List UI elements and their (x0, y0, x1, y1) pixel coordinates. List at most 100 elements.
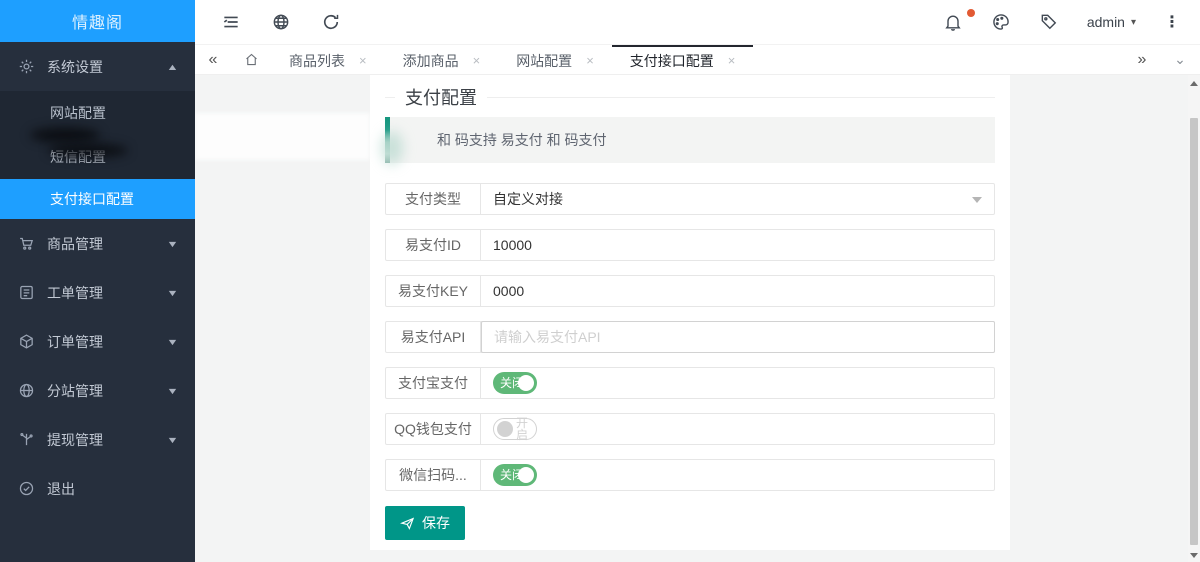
notice-quote: 和 码支持 易支付 和 码支付 (385, 117, 995, 163)
collapse-menu-icon[interactable] (221, 12, 241, 32)
close-icon[interactable]: × (473, 53, 481, 68)
topbar-left-actions (195, 12, 341, 32)
save-label: 保存 (422, 513, 450, 533)
alipay-switch[interactable]: 关闭 (493, 372, 537, 394)
selected-value: 自定义对接 (493, 189, 563, 209)
worksheet-icon (18, 284, 35, 301)
switch-label: 开启 (516, 417, 536, 441)
epay-key-field[interactable]: 0000 (481, 276, 994, 306)
tag-icon[interactable] (1039, 12, 1059, 32)
system-settings-submenu: 网站配置 短信配置 支付接口配置 (0, 91, 195, 219)
sidebar-item-withdraw-mgmt[interactable]: 提现管理 ▼ (0, 415, 195, 464)
cart-icon (18, 235, 35, 252)
sidebar-item-sms-config[interactable]: 短信配置 (0, 135, 195, 179)
field-label: QQ钱包支付 (386, 414, 481, 444)
tab-home[interactable] (231, 45, 271, 74)
switch-knob (497, 421, 513, 437)
tab-label: 商品列表 (289, 51, 345, 71)
censor-band (195, 113, 370, 160)
chevron-down-icon: ▼ (166, 386, 178, 396)
refresh-icon[interactable] (321, 12, 341, 32)
select-caret-icon (972, 197, 982, 203)
tab-add-product[interactable]: 添加商品 × (385, 45, 499, 74)
username: admin (1087, 14, 1125, 30)
sidebar-item-label: 分站管理 (47, 381, 103, 401)
chevron-down-icon: ▼ (166, 239, 178, 249)
scroll-down-arrow[interactable] (1190, 553, 1198, 558)
form-row-alipay: 支付宝支付 关闭 (385, 367, 995, 399)
topbar-right-actions: admin ▾ ⋮ (943, 12, 1200, 32)
field-label: 易支付API (386, 322, 481, 352)
scrollbar-thumb[interactable] (1190, 118, 1198, 545)
sidebar-item-product-mgmt[interactable]: 商品管理 ▼ (0, 219, 195, 268)
close-icon[interactable]: × (586, 53, 594, 68)
user-menu[interactable]: admin ▾ (1087, 14, 1136, 30)
send-icon (400, 516, 415, 531)
tab-label: 网站配置 (516, 51, 572, 71)
caret-down-icon: ▾ (1131, 17, 1136, 28)
notification-badge (967, 9, 975, 17)
epay-id-field[interactable]: 10000 (481, 230, 994, 260)
page-title: 支付配置 (395, 83, 487, 113)
sidebar: 情趣阁 系统设置 ▲ 网站配置 短信配置 支付接口配置 商品管理 ▼ 工单管理 (0, 0, 195, 562)
sidebar-item-logout[interactable]: 退出 (0, 464, 195, 513)
qq-wallet-switch[interactable]: 开启 (493, 418, 537, 440)
field-value: 10000 (493, 237, 532, 253)
epay-api-input[interactable] (481, 321, 995, 353)
tab-product-list[interactable]: 商品列表 × (271, 45, 385, 74)
sidebar-item-payment-api-config[interactable]: 支付接口配置 (0, 179, 195, 219)
close-icon[interactable]: × (728, 53, 736, 68)
check-circle-icon (18, 480, 35, 497)
tabs-menu-button[interactable]: ⌄ (1160, 45, 1200, 74)
censor-smudge (381, 131, 403, 165)
sidebar-item-label: 工单管理 (47, 283, 103, 303)
save-button[interactable]: 保存 (385, 506, 465, 540)
field-label: 易支付ID (386, 230, 481, 260)
form-row-qq-wallet: QQ钱包支付 开启 (385, 413, 995, 445)
chevron-down-icon: ▼ (166, 288, 178, 298)
sub-item-label: 支付接口配置 (50, 189, 134, 209)
sidebar-item-substation-mgmt[interactable]: 分站管理 ▼ (0, 366, 195, 415)
payment-config-form: 支付类型 自定义对接 易支付ID 10000 易支付KEY 0000 易 (385, 183, 995, 540)
close-icon[interactable]: × (359, 53, 367, 68)
tab-bar: « 商品列表 × 添加商品 × 网站配置 × 支付接口配置 × » ⌄ (195, 45, 1200, 75)
tab-site-config[interactable]: 网站配置 × (498, 45, 612, 74)
vertical-scrollbar[interactable] (1188, 75, 1200, 562)
brand-title: 情趣阁 (0, 0, 195, 42)
tabs-scroll-left-button[interactable]: « (195, 45, 231, 74)
bell-icon (943, 12, 963, 32)
sidebar-item-label: 退出 (47, 479, 75, 499)
chevron-up-icon: ▲ (166, 62, 178, 72)
pay-type-select[interactable]: 自定义对接 (481, 184, 994, 214)
globe-refresh-icon[interactable] (271, 12, 291, 32)
wechat-scan-switch[interactable]: 关闭 (493, 464, 537, 486)
form-row-epay-id: 易支付ID 10000 (385, 229, 995, 261)
tabs-scroll-right-button[interactable]: » (1124, 45, 1160, 74)
payment-config-panel: 支付配置 和 码支持 易支付 和 码支付 支付类型 自定义对接 易支付ID 10… (370, 75, 1010, 550)
form-row-wechat-scan: 微信扫码... 关闭 (385, 459, 995, 491)
form-row-epay-api: 易支付API (385, 321, 995, 353)
sidebar-item-order-mgmt[interactable]: 订单管理 ▼ (0, 317, 195, 366)
gear-icon (18, 58, 35, 75)
sidebar-item-label: 提现管理 (47, 430, 103, 450)
notifications-button[interactable] (943, 12, 963, 32)
chevron-down-icon: ▼ (166, 337, 178, 347)
branch-icon (18, 431, 35, 448)
sidebar-item-site-config[interactable]: 网站配置 (0, 91, 195, 135)
scroll-up-arrow[interactable] (1190, 81, 1198, 86)
tabbar-spacer (753, 45, 1124, 74)
sub-item-label: 网站配置 (50, 103, 106, 123)
sidebar-item-label: 系统设置 (47, 57, 103, 77)
field-label: 支付宝支付 (386, 368, 481, 398)
tab-label: 添加商品 (403, 51, 459, 71)
sidebar-item-system-settings[interactable]: 系统设置 ▲ (0, 42, 195, 91)
form-row-epay-key: 易支付KEY 0000 (385, 275, 995, 307)
notice-text: 和 码支持 易支付 和 码支付 (437, 130, 607, 150)
sidebar-item-ticket-mgmt[interactable]: 工单管理 ▼ (0, 268, 195, 317)
field-label: 易支付KEY (386, 276, 481, 306)
theme-palette-icon[interactable] (991, 12, 1011, 32)
switch-knob (518, 467, 534, 483)
more-menu-icon[interactable]: ⋮ (1164, 12, 1180, 32)
tab-payment-api-config[interactable]: 支付接口配置 × (612, 45, 754, 74)
sidebar-item-label: 订单管理 (47, 332, 103, 352)
